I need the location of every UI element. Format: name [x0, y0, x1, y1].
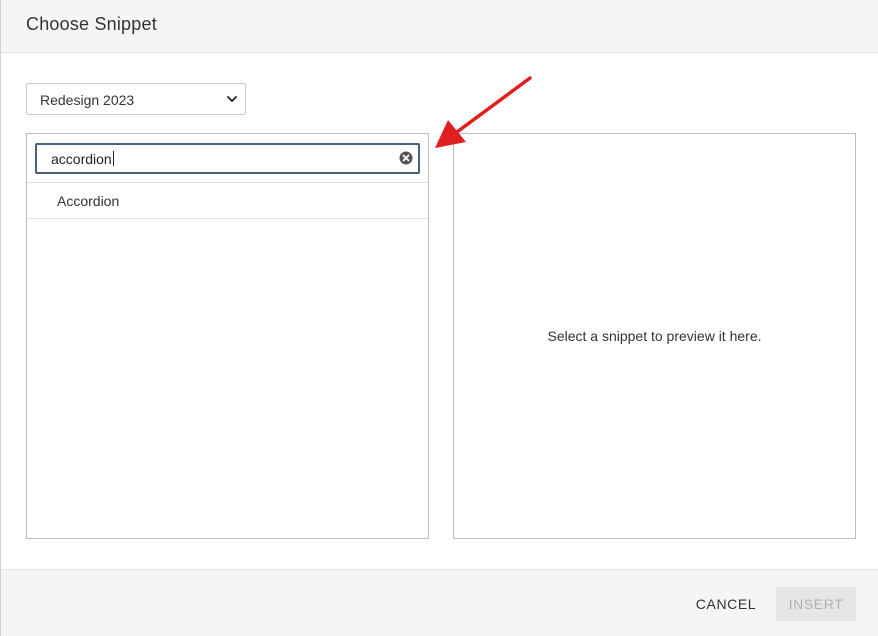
snippet-list-panel: accordion Accordion: [26, 133, 429, 539]
preview-placeholder: Select a snippet to preview it here.: [547, 328, 762, 344]
snippet-preview-panel: Select a snippet to preview it here.: [453, 133, 856, 539]
search-input-value: accordion: [51, 151, 112, 167]
cancel-button[interactable]: CANCEL: [683, 587, 769, 621]
list-item[interactable]: Accordion: [27, 183, 428, 219]
dialog-title: Choose Snippet: [26, 14, 157, 34]
annotation-arrow-icon: [435, 76, 532, 148]
text-caret: [112, 151, 114, 166]
clear-icon[interactable]: [399, 151, 413, 165]
dialog-footer: CANCEL INSERT: [1, 569, 878, 636]
list-item-label: Accordion: [57, 193, 120, 209]
insert-button[interactable]: INSERT: [776, 587, 856, 621]
snippet-set-selected-value: Redesign 2023: [40, 92, 135, 108]
choose-snippet-dialog: Choose Snippet Redesign 2023 accordion A…: [0, 0, 878, 636]
dialog-header: Choose Snippet: [1, 0, 878, 53]
snippet-search-input[interactable]: accordion: [35, 143, 420, 174]
chevron-down-icon: [227, 96, 237, 102]
snippet-set-select[interactable]: Redesign 2023: [26, 83, 246, 115]
search-area: accordion: [27, 134, 428, 183]
